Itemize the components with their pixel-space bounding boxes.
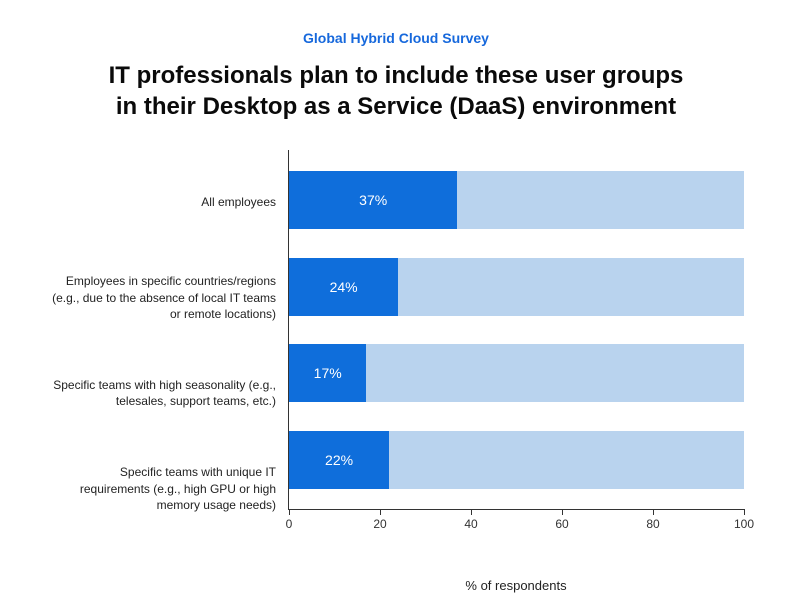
title-line-2: in their Desktop as a Service (DaaS) env… [116, 93, 676, 120]
x-tick-labels: 0 20 40 60 80 100 [289, 517, 744, 537]
chart-area: All employees Employees in specific coun… [48, 150, 744, 540]
bar-fill-2: 17% [289, 344, 366, 402]
y-label-3: Specific teams with unique IT requiremen… [48, 449, 276, 529]
tick-mark-3 [562, 509, 563, 515]
bar-row-3: 22% [289, 431, 744, 489]
tick-mark-1 [380, 509, 381, 515]
tick-mark-0 [289, 509, 290, 515]
chart-title: IT professionals plan to include these u… [76, 60, 716, 122]
chart-subtitle: Global Hybrid Cloud Survey [48, 30, 744, 46]
x-tick-1: 20 [373, 517, 386, 531]
bar-label-3: 22% [325, 452, 353, 468]
bar-fill-1: 24% [289, 258, 398, 316]
x-tick-2: 40 [464, 517, 477, 531]
tick-mark-4 [653, 509, 654, 515]
title-line-1: IT professionals plan to include these u… [109, 62, 684, 89]
bar-row-2: 17% [289, 344, 744, 402]
bar-label-2: 17% [314, 365, 342, 381]
plot-area: 37% 24% 17% 22% [288, 150, 744, 510]
tick-mark-2 [471, 509, 472, 515]
bar-label-1: 24% [330, 279, 358, 295]
y-label-2: Specific teams with high seasonality (e.… [48, 353, 276, 433]
x-tick-5: 100 [734, 517, 754, 531]
bar-label-0: 37% [359, 192, 387, 208]
x-tick-0: 0 [286, 517, 293, 531]
bars-group: 37% 24% 17% 22% [289, 150, 744, 509]
bar-fill-0: 37% [289, 171, 457, 229]
bar-row-0: 37% [289, 171, 744, 229]
y-label-1: Employees in specific countries/regions … [48, 258, 276, 338]
y-label-0: All employees [48, 162, 276, 242]
x-tick-3: 60 [555, 517, 568, 531]
bar-fill-3: 22% [289, 431, 389, 489]
chart-container: Global Hybrid Cloud Survey IT profession… [0, 0, 792, 612]
y-axis-labels: All employees Employees in specific coun… [48, 150, 288, 540]
tick-mark-5 [744, 509, 745, 515]
x-tick-4: 80 [646, 517, 659, 531]
x-axis-area: % of respondents [288, 578, 744, 593]
bar-row-1: 24% [289, 258, 744, 316]
x-axis-label: % of respondents [288, 578, 744, 593]
